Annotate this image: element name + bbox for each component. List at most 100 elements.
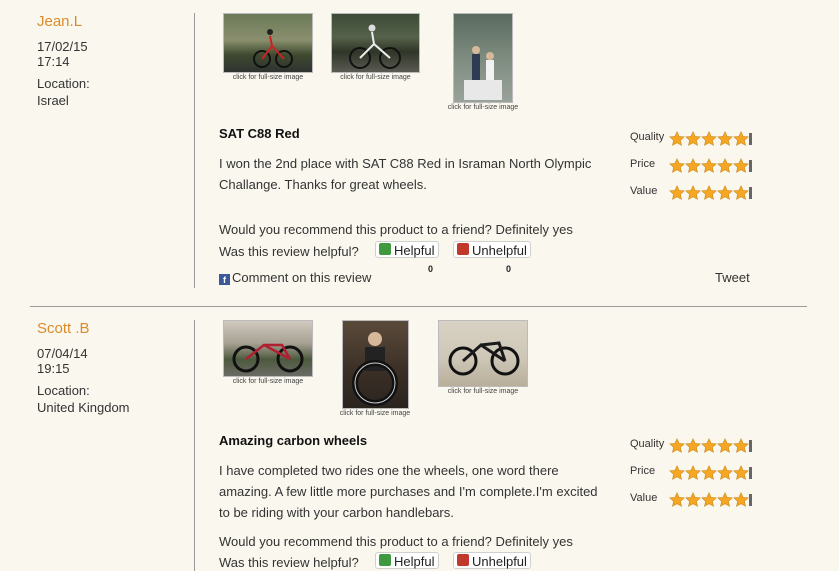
- rating-end-marker: [749, 187, 752, 199]
- review-title: Amazing carbon wheels: [219, 433, 368, 448]
- rating-label-price: Price: [630, 158, 656, 170]
- review-time: 17:14: [37, 54, 70, 69]
- star-icon: [685, 185, 701, 200]
- thumbnail-caption: click for full-size image: [232, 74, 304, 81]
- review-photo-thumbnail[interactable]: click for full-size image: [331, 13, 420, 85]
- thumbnail-caption: click for full-size image: [232, 378, 304, 385]
- location-label: Location:: [37, 76, 90, 91]
- review-author-block: Jean.L 17/02/15 17:14 Location: Israel: [37, 13, 187, 108]
- unhelpful-button-label: Unhelpful: [472, 243, 527, 258]
- review-body-line: I have completed two rides one the wheel…: [219, 463, 559, 478]
- comment-on-review-link[interactable]: f Comment on this review: [219, 270, 371, 285]
- helpful-question: Was this review helpful?: [219, 244, 359, 259]
- photo-man-with-wheel[interactable]: [342, 320, 409, 409]
- review-body: I won the 2nd place with SAT C88 Red in …: [219, 153, 609, 195]
- star-icon: [701, 492, 717, 507]
- thumbs-down-icon: [457, 243, 469, 255]
- location-label: Location:: [37, 383, 90, 398]
- thumbnail-caption: click for full-size image: [447, 104, 519, 111]
- review-photo-thumbnail[interactable]: click for full-size image: [223, 13, 313, 85]
- review-photo-thumbnail[interactable]: click for full-size image: [223, 320, 313, 392]
- photo-bike-garden[interactable]: [223, 320, 313, 377]
- bicycle-icon: [448, 341, 520, 376]
- thumbs-up-icon: [379, 554, 391, 566]
- bicycle-icon: [232, 343, 304, 373]
- rating-label-value: Value: [630, 185, 658, 197]
- review-body-line: to be riding with your carbon handlebars…: [219, 505, 454, 520]
- unhelpful-button[interactable]: Unhelpful: [453, 552, 531, 569]
- facebook-icon: f: [219, 274, 230, 285]
- person-wheel-icon: [352, 332, 398, 406]
- review-body-line: I won the 2nd place with SAT C88 Red in …: [219, 156, 592, 171]
- recommend-text: Would you recommend this product to a fr…: [219, 534, 573, 549]
- helpful-button[interactable]: Helpful: [375, 241, 439, 258]
- column-divider: [194, 13, 195, 288]
- review-title: SAT C88 Red: [219, 126, 300, 141]
- tweet-link[interactable]: Tweet: [715, 270, 750, 285]
- unhelpful-button-label: Unhelpful: [472, 554, 527, 569]
- cyclist-silhouette-icon: [349, 24, 401, 69]
- review-body: I have completed two rides one the wheel…: [219, 460, 609, 523]
- comment-link-label: Comment on this review: [232, 270, 372, 285]
- star-icon: [685, 131, 701, 146]
- unhelpful-button[interactable]: Unhelpful: [453, 241, 531, 258]
- review-time: 19:15: [37, 361, 70, 376]
- star-icon: [717, 158, 733, 173]
- rating-end-marker: [749, 494, 752, 506]
- review-photo-thumbnail[interactable]: click for full-size image: [448, 13, 518, 115]
- star-icon: [717, 185, 733, 200]
- recommend-text: Would you recommend this product to a fr…: [219, 222, 573, 237]
- helpful-button-label: Helpful: [394, 554, 435, 569]
- star-icon: [733, 465, 749, 480]
- star-icon: [685, 438, 701, 453]
- review-author-name: Scott .B: [37, 320, 90, 337]
- thumbs-up-icon: [379, 243, 391, 255]
- column-divider: [194, 320, 195, 571]
- star-icon: [733, 492, 749, 507]
- photo-bike-wall[interactable]: [438, 320, 528, 387]
- thumbs-down-icon: [457, 554, 469, 566]
- star-icon: [685, 465, 701, 480]
- review-date: 17/02/15: [37, 39, 88, 54]
- review-body-line: Challange. Thanks for great wheels.: [219, 177, 427, 192]
- star-icon: [701, 131, 717, 146]
- thumbnail-caption: click for full-size image: [447, 388, 519, 395]
- location-value: United Kingdom: [37, 400, 130, 415]
- helpful-count: 0: [428, 264, 434, 274]
- rating-end-marker: [749, 440, 752, 452]
- photo-cyclist-race[interactable]: [331, 13, 420, 73]
- star-icon: [701, 465, 717, 480]
- rating-end-marker: [749, 133, 752, 145]
- star-icon: [717, 131, 733, 146]
- rating-label-quality: Quality: [630, 131, 665, 143]
- star-icon: [717, 492, 733, 507]
- rating-label-quality: Quality: [630, 438, 665, 450]
- star-icon: [733, 438, 749, 453]
- star-icon: [701, 158, 717, 173]
- review-photo-thumbnail[interactable]: click for full-size image: [340, 320, 410, 424]
- review-1: Jean.L 17/02/15 17:14 Location: Israel c…: [0, 0, 839, 300]
- star-icon: [717, 438, 733, 453]
- thumbnail-caption: click for full-size image: [339, 410, 411, 417]
- review-author-block: Scott .B 07/04/14 19:15 Location: United…: [37, 320, 187, 415]
- star-icon: [669, 465, 685, 480]
- photo-podium[interactable]: [453, 13, 513, 103]
- star-icon: [669, 158, 685, 173]
- star-icon: [701, 438, 717, 453]
- helpful-button[interactable]: Helpful: [375, 552, 439, 569]
- star-icon: [669, 492, 685, 507]
- star-icon: [733, 131, 749, 146]
- rating-end-marker: [749, 467, 752, 479]
- review-photo-thumbnail[interactable]: click for full-size image: [438, 320, 528, 395]
- review-author-name: Jean.L: [37, 13, 83, 30]
- unhelpful-count: 0: [506, 264, 512, 274]
- review-date: 07/04/14: [37, 346, 88, 361]
- photo-cyclist-road[interactable]: [223, 13, 313, 73]
- thumbnail-caption: click for full-size image: [340, 74, 411, 81]
- rating-label-price: Price: [630, 465, 656, 477]
- helpful-question: Was this review helpful?: [219, 555, 359, 570]
- cyclist-silhouette-icon: [253, 29, 293, 68]
- star-icon: [733, 185, 749, 200]
- star-icon: [701, 185, 717, 200]
- star-icon: [669, 131, 685, 146]
